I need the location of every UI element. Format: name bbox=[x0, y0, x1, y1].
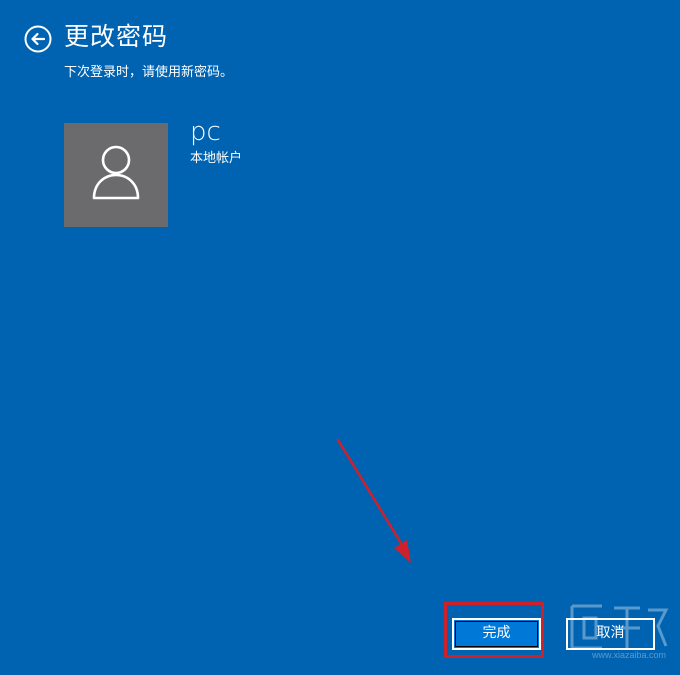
back-button[interactable] bbox=[24, 25, 52, 53]
back-arrow-icon bbox=[24, 25, 52, 53]
annotation-arrow-icon bbox=[336, 438, 411, 563]
finish-button[interactable]: 完成 bbox=[452, 618, 541, 650]
account-type: 本地帐户 bbox=[190, 151, 243, 166]
cancel-button[interactable]: 取消 bbox=[566, 618, 655, 650]
avatar bbox=[64, 123, 168, 227]
user-name: pc bbox=[190, 117, 221, 147]
page-subtitle: 下次登录时，请使用新密码。 bbox=[64, 65, 234, 80]
page-title: 更改密码 bbox=[64, 22, 169, 51]
user-icon bbox=[92, 145, 140, 200]
watermark-text: www.xiazaiba.com bbox=[592, 650, 667, 660]
